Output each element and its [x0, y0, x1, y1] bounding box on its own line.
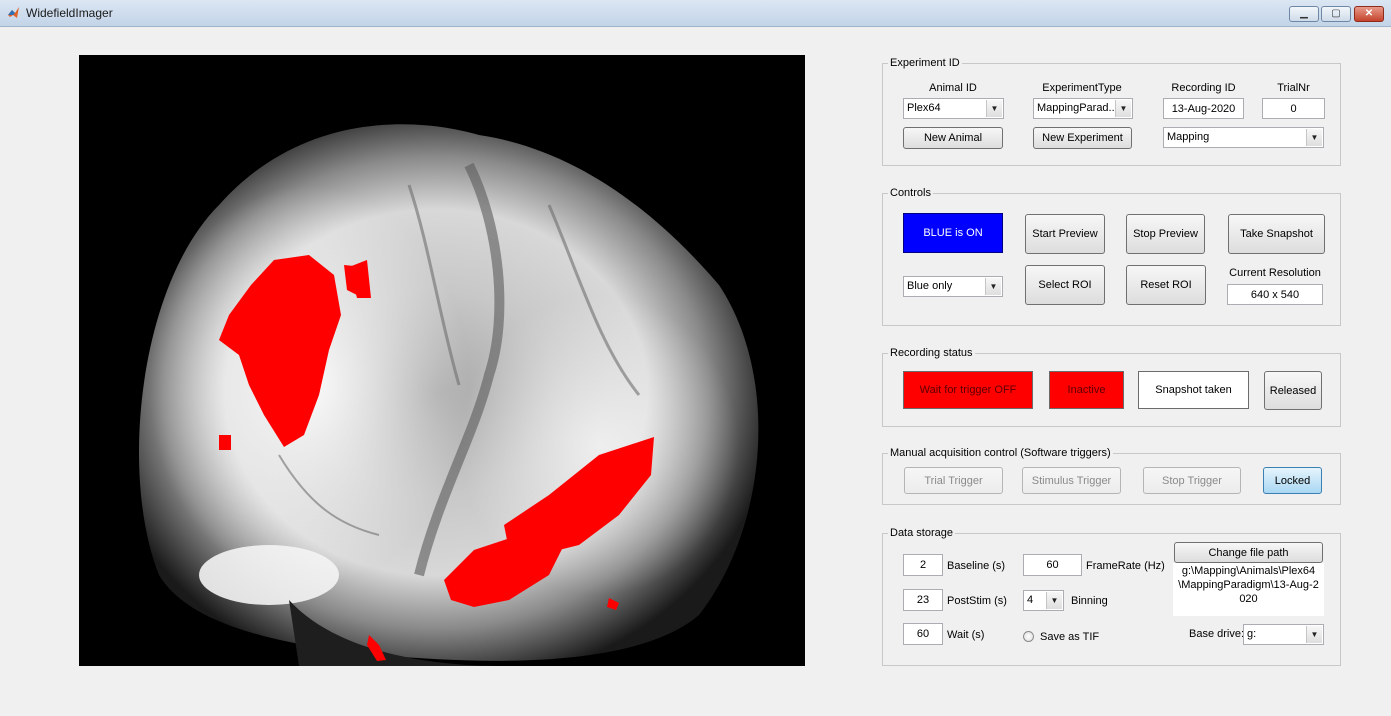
recording-state-indicator: Inactive [1049, 371, 1124, 409]
animal-id-select[interactable]: Plex64 ▼ [903, 98, 1004, 119]
base-drive-label: Base drive: [1189, 628, 1245, 640]
animal-id-label: Animal ID [929, 82, 977, 94]
chevron-down-icon[interactable]: ▼ [1046, 592, 1062, 609]
recording-id-field[interactable]: 13-Aug-2020 [1163, 98, 1244, 119]
chevron-down-icon[interactable]: ▼ [985, 278, 1001, 295]
binning-value: 4 [1027, 594, 1034, 606]
framerate-label: FrameRate (Hz) [1086, 560, 1165, 572]
trialnr-field[interactable]: 0 [1262, 98, 1325, 119]
stimulus-trigger-button[interactable]: Stimulus Trigger [1022, 467, 1121, 494]
paradigm-value: Mapping [1167, 131, 1210, 143]
new-animal-button[interactable]: New Animal [903, 127, 1003, 149]
wait-label: Wait (s) [947, 629, 985, 641]
binning-select[interactable]: 4 ▼ [1023, 590, 1064, 611]
take-snapshot-button[interactable]: Take Snapshot [1228, 214, 1325, 254]
save-as-tif-label[interactable]: Save as TIF [1040, 630, 1099, 644]
select-roi-button[interactable]: Select ROI [1025, 265, 1105, 305]
locked-button[interactable]: Locked [1263, 467, 1322, 494]
animal-id-value: Plex64 [907, 102, 941, 114]
paradigm-select[interactable]: Mapping ▼ [1163, 127, 1324, 148]
camera-image-view[interactable] [79, 55, 805, 666]
maximize-icon: ▢ [1331, 8, 1341, 19]
close-button[interactable]: ✕ [1354, 6, 1384, 22]
trial-trigger-button[interactable]: Trial Trigger [904, 467, 1003, 494]
panel-title: Recording status [888, 346, 975, 360]
framerate-value: 60 [1046, 559, 1059, 571]
trigger-status-indicator: Wait for trigger OFF [903, 371, 1033, 409]
brain-image [79, 55, 805, 666]
stop-trigger-button[interactable]: Stop Trigger [1143, 467, 1241, 494]
recording-id-label: Recording ID [1171, 82, 1236, 94]
light-mode-select[interactable]: Blue only ▼ [903, 276, 1003, 297]
matlab-icon [8, 7, 19, 18]
poststim-label: PostStim (s) [947, 595, 1007, 607]
chevron-down-icon[interactable]: ▼ [1306, 129, 1322, 146]
baseline-value: 2 [919, 559, 927, 571]
panel-title: Data storage [888, 526, 955, 540]
experiment-type-select[interactable]: MappingParad... ▼ [1033, 98, 1133, 119]
baseline-field[interactable]: 2 [903, 554, 943, 576]
experiment-type-label: ExperimentType [1042, 82, 1122, 94]
minimize-button[interactable]: ▁ [1289, 6, 1319, 22]
panel-title: Experiment ID [888, 56, 962, 70]
chevron-down-icon[interactable]: ▼ [1115, 100, 1131, 117]
file-path-display: g:\Mapping\Animals\Plex64\MappingParadig… [1173, 563, 1324, 616]
experiment-type-value: MappingParad... [1037, 102, 1118, 114]
recording-id-value: 13-Aug-2020 [1171, 102, 1236, 115]
close-icon: ✕ [1364, 8, 1374, 19]
base-drive-select[interactable]: g: ▼ [1243, 624, 1324, 645]
current-resolution-value: 640 x 540 [1250, 288, 1300, 301]
baseline-label: Baseline (s) [947, 560, 1006, 572]
binning-label: Binning [1071, 595, 1108, 607]
stop-preview-button[interactable]: Stop Preview [1126, 214, 1205, 254]
trialnr-label: TrialNr [1277, 82, 1310, 94]
save-as-tif-radio[interactable] [1023, 631, 1034, 642]
chevron-down-icon[interactable]: ▼ [1306, 626, 1322, 643]
framerate-field[interactable]: 60 [1023, 554, 1082, 576]
trialnr-value: 0 [1290, 102, 1297, 115]
minimize-icon: ▁ [1300, 8, 1308, 19]
blue-status-indicator[interactable]: BLUE is ON [903, 213, 1003, 253]
poststim-value: 23 [916, 594, 930, 606]
chevron-down-icon[interactable]: ▼ [986, 100, 1002, 117]
panel-title: Manual acquisition control (Software tri… [888, 446, 1113, 460]
current-resolution-field: 640 x 540 [1227, 284, 1323, 305]
snapshot-status-indicator: Snapshot taken [1138, 371, 1249, 409]
base-drive-value: g: [1247, 628, 1257, 640]
title-bar: WidefieldImager ▁ ▢ ✕ [0, 0, 1391, 27]
poststim-field[interactable]: 23 [903, 589, 943, 611]
change-file-path-button[interactable]: Change file path [1174, 542, 1323, 563]
reset-roi-button[interactable]: Reset ROI [1126, 265, 1206, 305]
maximize-button[interactable]: ▢ [1321, 6, 1351, 22]
light-mode-value: Blue only [907, 280, 953, 292]
start-preview-button[interactable]: Start Preview [1025, 214, 1105, 254]
window-title: WidefieldImager [26, 6, 113, 20]
wait-field[interactable]: 60 [903, 623, 943, 645]
wait-value: 60 [916, 628, 930, 640]
panel-title: Controls [888, 186, 933, 200]
current-resolution-label: Current Resolution [1229, 267, 1321, 279]
new-experiment-button[interactable]: New Experiment [1033, 127, 1132, 149]
released-button[interactable]: Released [1264, 371, 1322, 410]
